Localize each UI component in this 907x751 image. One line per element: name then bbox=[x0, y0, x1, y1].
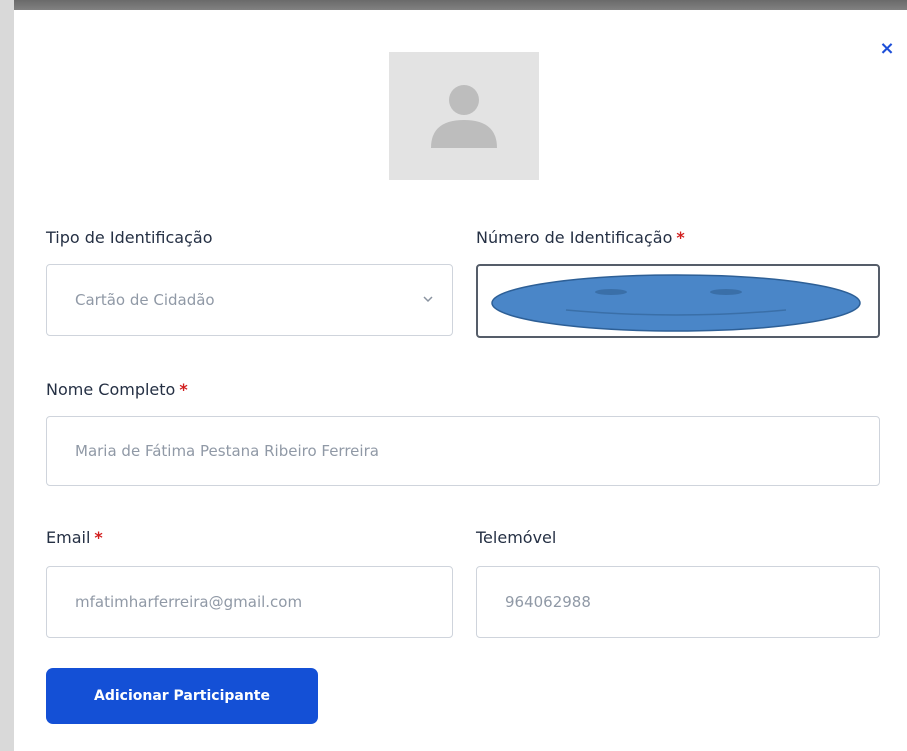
id-type-value: Cartão de Cidadão bbox=[75, 291, 215, 309]
required-asterisk: * bbox=[94, 528, 103, 547]
full-name-label: Nome Completo * bbox=[46, 380, 188, 399]
add-participant-button[interactable]: Adicionar Participante bbox=[46, 668, 318, 724]
email-input[interactable]: mfatimharferreira@gmail.com bbox=[46, 566, 453, 638]
close-icon[interactable]: × bbox=[876, 38, 898, 60]
phone-input[interactable]: 964062988 bbox=[476, 566, 880, 638]
required-asterisk: * bbox=[676, 228, 685, 247]
id-type-label: Tipo de Identificação bbox=[46, 228, 213, 247]
id-number-input[interactable] bbox=[476, 264, 880, 338]
id-type-select[interactable]: Cartão de Cidadão bbox=[46, 264, 453, 336]
backdrop-left-strip bbox=[0, 0, 14, 751]
avatar-placeholder[interactable] bbox=[389, 52, 539, 180]
required-asterisk: * bbox=[179, 380, 188, 399]
email-value: mfatimharferreira@gmail.com bbox=[75, 593, 303, 611]
phone-value: 964062988 bbox=[505, 593, 591, 611]
id-number-label: Número de Identificação * bbox=[476, 228, 685, 247]
phone-label: Telemóvel bbox=[476, 528, 557, 547]
full-name-value: Maria de Fátima Pestana Ribeiro Ferreira bbox=[75, 442, 379, 460]
redaction-shape bbox=[491, 274, 861, 332]
user-placeholder-icon bbox=[431, 85, 497, 148]
full-name-input[interactable]: Maria de Fátima Pestana Ribeiro Ferreira bbox=[46, 416, 880, 486]
chevron-down-icon bbox=[423, 296, 433, 303]
add-participant-modal: × Tipo de Identificação Cartão de Cidadã… bbox=[14, 10, 907, 751]
email-label: Email * bbox=[46, 528, 103, 547]
